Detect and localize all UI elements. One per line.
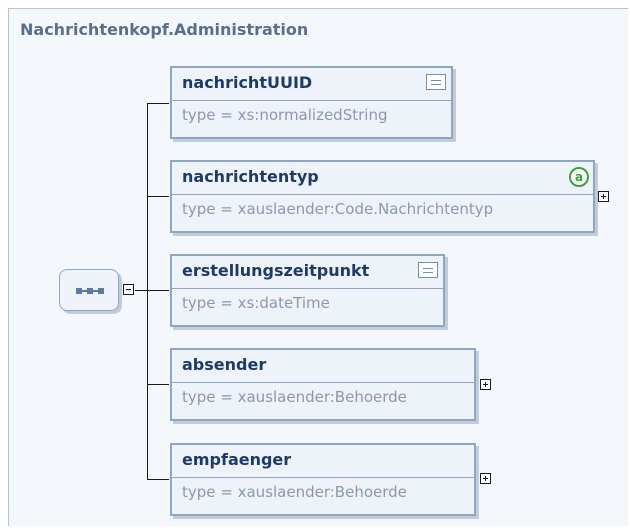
diagram-title: Nachrichtenkopf.Administration [20,20,309,39]
sequence-icon [76,288,104,294]
divider [172,100,451,101]
connector-branch-5 [147,479,169,480]
connector-branch-1 [147,103,169,104]
element-name: erstellungszeitpunkt [182,261,370,280]
element-absender[interactable]: absender type = xauslaender:Behoerde [170,348,476,421]
element-name: nachrichtUUID [182,73,313,92]
element-empfaenger[interactable]: empfaenger type = xauslaender:Behoerde [170,443,476,516]
element-nachrichtUUID[interactable]: nachrichtUUID type = xs:normalizedString [170,66,453,139]
attributes-icon: a [569,167,589,187]
divider [172,288,443,289]
element-nachrichtentyp[interactable]: nachrichtentyp a type = xauslaender:Code… [170,160,595,233]
divider [172,382,474,383]
documentation-icon [418,262,438,278]
connector-branch-4 [147,384,169,385]
divider [172,194,593,195]
expand-toggle[interactable] [598,191,609,202]
expand-toggle[interactable] [480,473,491,484]
expand-toggle[interactable] [480,379,491,390]
element-name: absender [182,355,267,374]
divider [172,477,474,478]
element-type: type = xauslaender:Behoerde [182,483,407,501]
documentation-icon [426,74,446,90]
element-name: nachrichtentyp [182,167,319,186]
connector-branch-2 [147,196,169,197]
element-erstellungszeitpunkt[interactable]: erstellungszeitpunkt type = xs:dateTime [170,254,445,327]
element-type: type = xs:normalizedString [182,106,388,124]
element-type: type = xauslaender:Code.Nachrichtentyp [182,200,494,218]
element-name: empfaenger [182,450,292,469]
connector-branch-3 [147,290,169,291]
sequence-compositor[interactable] [59,269,119,311]
element-type: type = xauslaender:Behoerde [182,388,407,406]
collapse-toggle[interactable] [123,284,134,295]
element-type: type = xs:dateTime [182,294,330,312]
connector-trunk [147,103,148,480]
